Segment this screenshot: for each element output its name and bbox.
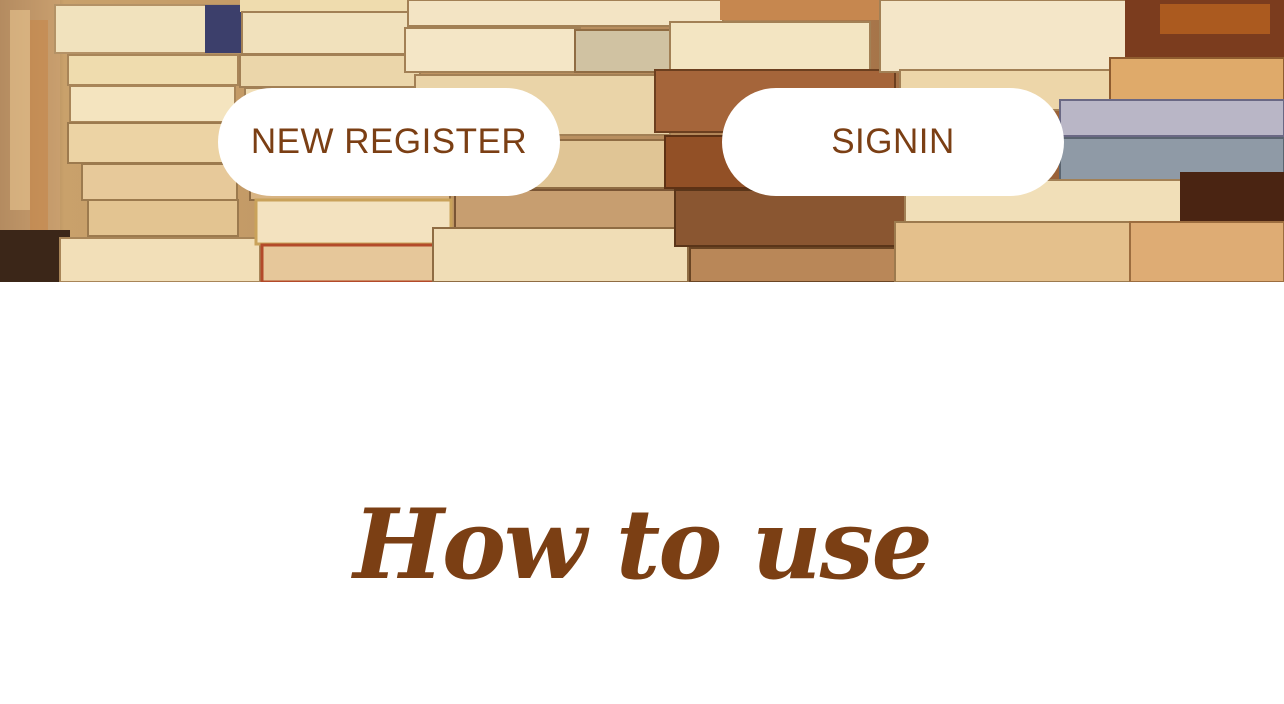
new-register-button[interactable]: NEW REGISTER [218,88,560,196]
hero-banner: NEW REGISTER SIGNIN [0,0,1284,282]
books-background-image [0,0,1284,282]
signin-label: SIGNIN [831,122,955,161]
signin-button[interactable]: SIGNIN [722,88,1064,196]
how-to-use-heading: How to use [353,488,933,601]
new-register-label: NEW REGISTER [250,122,528,161]
